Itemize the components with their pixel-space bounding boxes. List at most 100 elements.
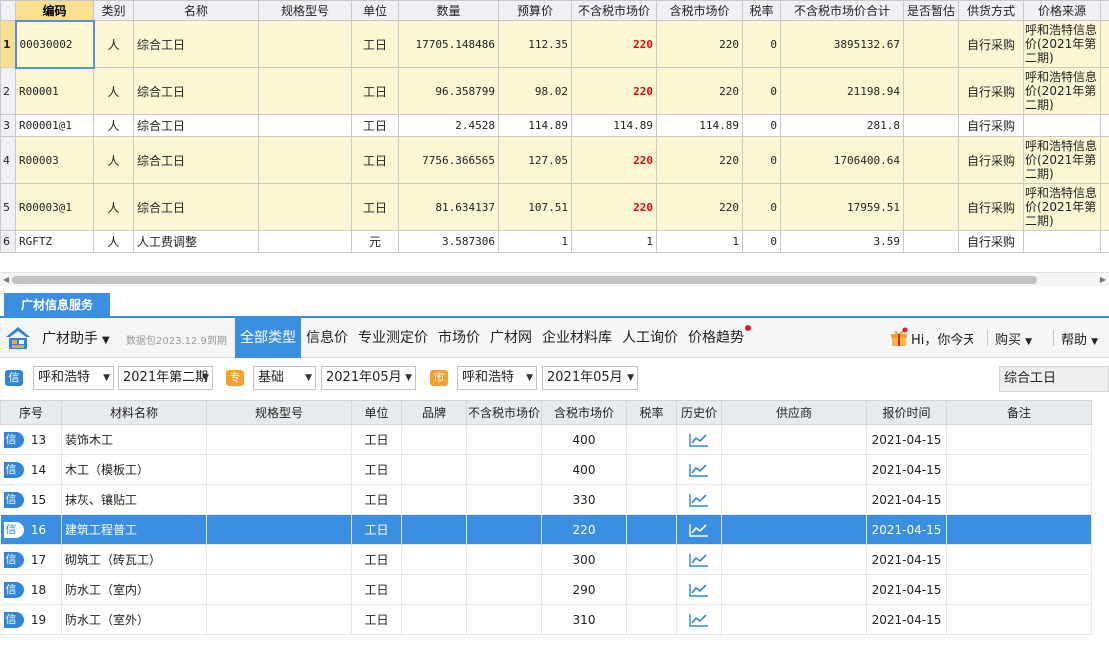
cell-budget-price[interactable]: 1 [498, 230, 572, 253]
col-header-supply-method[interactable]: 供货方式 [958, 0, 1024, 21]
col-header-provisional[interactable]: 是否暂估 [903, 0, 959, 21]
col-header-tax-rate[interactable]: 税率 [742, 0, 781, 21]
cell-budget-price[interactable]: 112.35 [498, 20, 572, 68]
history-trend-icon[interactable] [689, 463, 709, 477]
list-item[interactable]: 信 19 防水工（室外） 工日 310 2021-04-15 [0, 604, 1092, 635]
cell-unit[interactable]: 工日 [351, 20, 399, 68]
cell-market-price-ex-tax[interactable]: 220 [571, 20, 657, 68]
professional-type-select[interactable]: 基础 ▼ [253, 366, 316, 390]
col-header-unit[interactable]: 单位 [351, 400, 402, 425]
cell-market-price-inc-tax[interactable]: 220 [656, 20, 743, 68]
table-row[interactable]: 5 R00003@1 人 综合工日 工日 81.634137 107.51 22… [0, 183, 1109, 231]
assistant-menu[interactable]: 广材助手 ▼ [42, 328, 110, 348]
cell-tax-rate[interactable] [626, 424, 677, 455]
cell-spec[interactable] [206, 484, 352, 515]
history-trend-icon[interactable] [689, 553, 709, 567]
cell-seq[interactable]: 信 13 [0, 424, 62, 455]
cell-note[interactable] [946, 424, 1092, 455]
cell-brand[interactable] [401, 454, 467, 485]
col-header-note[interactable]: 备注 [946, 400, 1092, 425]
cell-history[interactable] [676, 484, 722, 515]
list-item[interactable]: 信 18 防水工（室内） 工日 290 2021-04-15 [0, 574, 1092, 605]
cell-price-source[interactable]: 呼和浩特信息价(2021年第二期) [1023, 136, 1101, 184]
cell-brand[interactable] [401, 424, 467, 455]
cell-material-name[interactable]: 抹灰、镶贴工 [61, 484, 207, 515]
cell-material-name[interactable]: 砌筑工（砖瓦工） [61, 544, 207, 575]
info-city-select[interactable]: 呼和浩特 ▼ [33, 366, 114, 390]
col-header-spec[interactable]: 规格型号 [206, 400, 352, 425]
scrollbar-thumb[interactable] [12, 276, 1037, 284]
cell-unit[interactable]: 元 [351, 230, 399, 253]
cell-price-ex-tax[interactable] [466, 484, 542, 515]
cell-spec[interactable] [258, 20, 352, 68]
cell-total-ex-tax[interactable]: 3.59 [780, 230, 904, 253]
cell-price-inc-tax[interactable]: 310 [541, 604, 627, 635]
cell-unit[interactable]: 工日 [351, 424, 402, 455]
cell-material-name[interactable]: 装饰木工 [61, 424, 207, 455]
list-item[interactable]: 信 17 砌筑工（砖瓦工） 工日 300 2021-04-15 [0, 544, 1092, 575]
cell-spec[interactable] [206, 574, 352, 605]
list-item[interactable]: 信 16 建筑工程普工 工日 220 2021-04-15 [0, 514, 1092, 545]
cell-market-price-ex-tax[interactable]: 114.89 [571, 114, 657, 137]
cell-total-ex-tax[interactable]: 17959.51 [780, 183, 904, 231]
cell-provisional[interactable] [903, 183, 959, 231]
row-number[interactable]: 4 [0, 136, 16, 184]
row-number[interactable]: 1 [0, 20, 16, 68]
cell-seq[interactable]: 信 14 [0, 454, 62, 485]
history-trend-icon[interactable] [689, 523, 709, 537]
col-header-name[interactable]: 名称 [133, 0, 259, 21]
cell-spec[interactable] [206, 454, 352, 485]
cell-market-price-inc-tax[interactable]: 220 [656, 183, 743, 231]
cell-spec[interactable] [258, 230, 352, 253]
cell-quantity[interactable]: 17705.148486 [398, 20, 499, 68]
table-row[interactable]: 1 00030002 人 综合工日 工日 17705.148486 112.35… [0, 19, 1109, 69]
cell-unit[interactable]: 工日 [351, 574, 402, 605]
list-item[interactable]: 信 14 木工（模板工） 工日 400 2021-04-15 [0, 454, 1092, 485]
cell-brand[interactable] [401, 574, 467, 605]
cell-price-inc-tax[interactable]: 300 [541, 544, 627, 575]
cell-category[interactable]: 人 [93, 136, 134, 184]
cell-quantity[interactable]: 2.4528 [398, 114, 499, 137]
info-period-select[interactable]: 2021年第二期 ▼ [118, 366, 213, 390]
col-header-category[interactable]: 类别 [93, 0, 134, 21]
cell-provisional[interactable] [903, 67, 959, 115]
row-number[interactable]: 2 [0, 67, 16, 115]
table-row[interactable]: 4 R00003 人 综合工日 工日 7756.366565 127.05 22… [0, 136, 1109, 184]
row-number[interactable]: 3 [0, 114, 16, 137]
cell-tax-rate[interactable] [626, 574, 677, 605]
cell-note[interactable] [946, 574, 1092, 605]
cell-market-price-ex-tax[interactable]: 220 [571, 136, 657, 184]
cell-seq[interactable]: 信 18 [0, 574, 62, 605]
cell-quote-date[interactable]: 2021-04-15 [866, 604, 947, 635]
cell-category[interactable]: 人 [93, 114, 134, 137]
cell-market-price-inc-tax[interactable]: 114.89 [656, 114, 743, 137]
scroll-right-icon[interactable]: ▶ [1097, 274, 1109, 286]
tab-info-price[interactable]: 信息价 [301, 318, 353, 358]
cell-name[interactable]: 综合工日 [133, 20, 259, 68]
col-header-material-name[interactable]: 材料名称 [61, 400, 207, 425]
cell-category[interactable]: 人 [93, 20, 134, 68]
cell-note[interactable] [946, 544, 1092, 575]
search-input[interactable]: 综合工日 [999, 366, 1109, 392]
cell-provisional[interactable] [903, 114, 959, 137]
col-header-price-inc-tax[interactable]: 含税市场价 [541, 400, 627, 425]
cell-unit[interactable]: 工日 [351, 454, 402, 485]
cell-market-price-ex-tax[interactable]: 220 [571, 67, 657, 115]
cell-quantity[interactable]: 81.634137 [398, 183, 499, 231]
row-number[interactable]: 6 [0, 230, 16, 253]
cell-price-source[interactable]: 呼和浩特信息价(2021年第二期) [1023, 20, 1101, 68]
cell-supplier[interactable] [721, 424, 867, 455]
list-item[interactable]: 信 13 装饰木工 工日 400 2021-04-15 [0, 424, 1092, 455]
cell-total-ex-tax[interactable]: 3895132.67 [780, 20, 904, 68]
cell-unit[interactable]: 工日 [351, 604, 402, 635]
tab-price-trend[interactable]: 价格趋势 [683, 318, 751, 358]
col-header-code[interactable]: 编码 [15, 0, 94, 21]
cell-supplier[interactable] [721, 604, 867, 635]
col-header-price-ex-tax[interactable]: 不含税市场价 [466, 400, 542, 425]
cell-unit[interactable]: 工日 [351, 544, 402, 575]
cell-unit[interactable]: 工日 [351, 484, 402, 515]
tab-professional-price[interactable]: 专业测定价 [353, 318, 433, 358]
col-header-budget-price[interactable]: 预算价 [498, 0, 572, 21]
market-month-select[interactable]: 2021年05月 ▼ [542, 366, 638, 390]
cell-spec[interactable] [258, 183, 352, 231]
